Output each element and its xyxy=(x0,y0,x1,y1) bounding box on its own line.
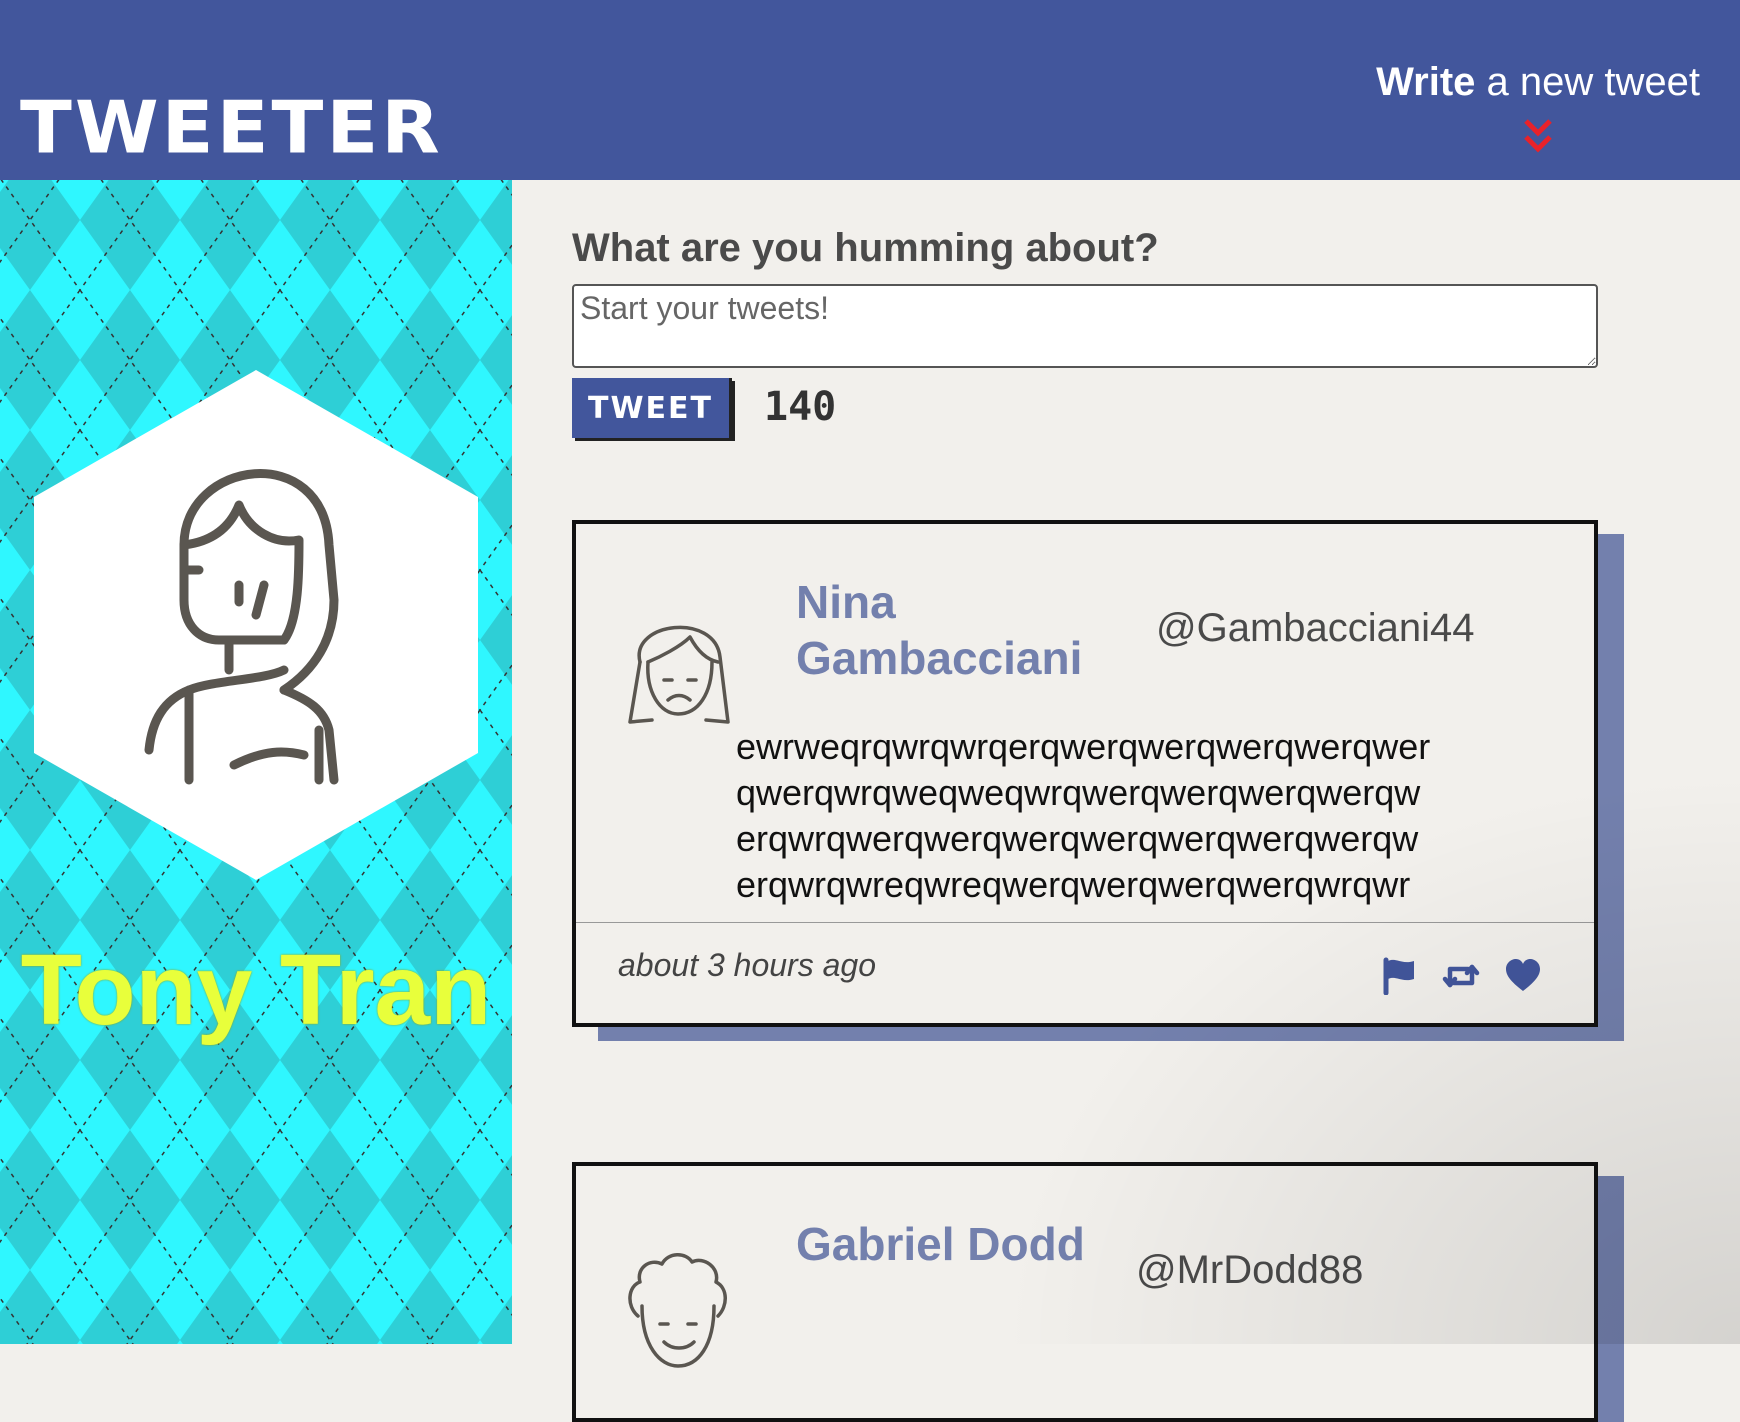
profile-name: Tony Tran xyxy=(20,934,492,1046)
user-avatar-icon xyxy=(628,1253,727,1368)
tweet-input[interactable] xyxy=(572,284,1598,368)
compose-title: What are you humming about? xyxy=(572,226,1159,270)
tweet-button[interactable]: TWEET xyxy=(572,378,732,438)
profile-sidebar: Tony Tran xyxy=(0,180,512,1344)
chevron-double-down-icon[interactable] xyxy=(1518,117,1558,157)
tweet-timestamp: about 3 hours ago xyxy=(618,947,876,983)
compose-toggle-text: a new tweet xyxy=(1475,60,1700,104)
tweet-footer: about 3 hours ago xyxy=(576,922,1594,1023)
tweet-actions xyxy=(1380,957,1542,996)
profile-avatar xyxy=(34,370,478,880)
tweet-header: Gabriel Dodd @MrDodd88 xyxy=(576,1166,1594,1368)
write-tweet-toggle[interactable]: Write a new tweet xyxy=(1376,60,1700,157)
tweet-text: ewrweqrqwrqwrqerqwerqwerqwerqwerqwerqwer… xyxy=(736,726,1431,905)
flag-icon[interactable] xyxy=(1380,957,1418,996)
retweet-icon[interactable] xyxy=(1442,957,1480,995)
heart-icon[interactable] xyxy=(1504,957,1542,995)
tweet-card: Gabriel Dodd @MrDodd88 xyxy=(572,1162,1598,1422)
tweet-author-handle[interactable]: @Gambacciani44 xyxy=(1156,606,1475,651)
tweet-author-name[interactable]: Gabriel Dodd xyxy=(796,1216,1116,1272)
tweet-card: Nina Gambacciani @Gambacciani44 ewrweqrq… xyxy=(572,520,1598,1027)
compose-toggle-bold: Write xyxy=(1376,60,1476,104)
top-nav: TWEETER Write a new tweet xyxy=(0,0,1740,180)
tweet-author-handle[interactable]: @MrDodd88 xyxy=(1136,1248,1363,1293)
char-counter: 140 xyxy=(764,384,837,430)
tweet-header: Nina Gambacciani @Gambacciani44 xyxy=(576,524,1594,724)
tweet-author-name[interactable]: Nina Gambacciani xyxy=(796,574,1116,686)
user-avatar-icon xyxy=(628,625,730,724)
brand-logo: TWEETER xyxy=(20,85,443,170)
